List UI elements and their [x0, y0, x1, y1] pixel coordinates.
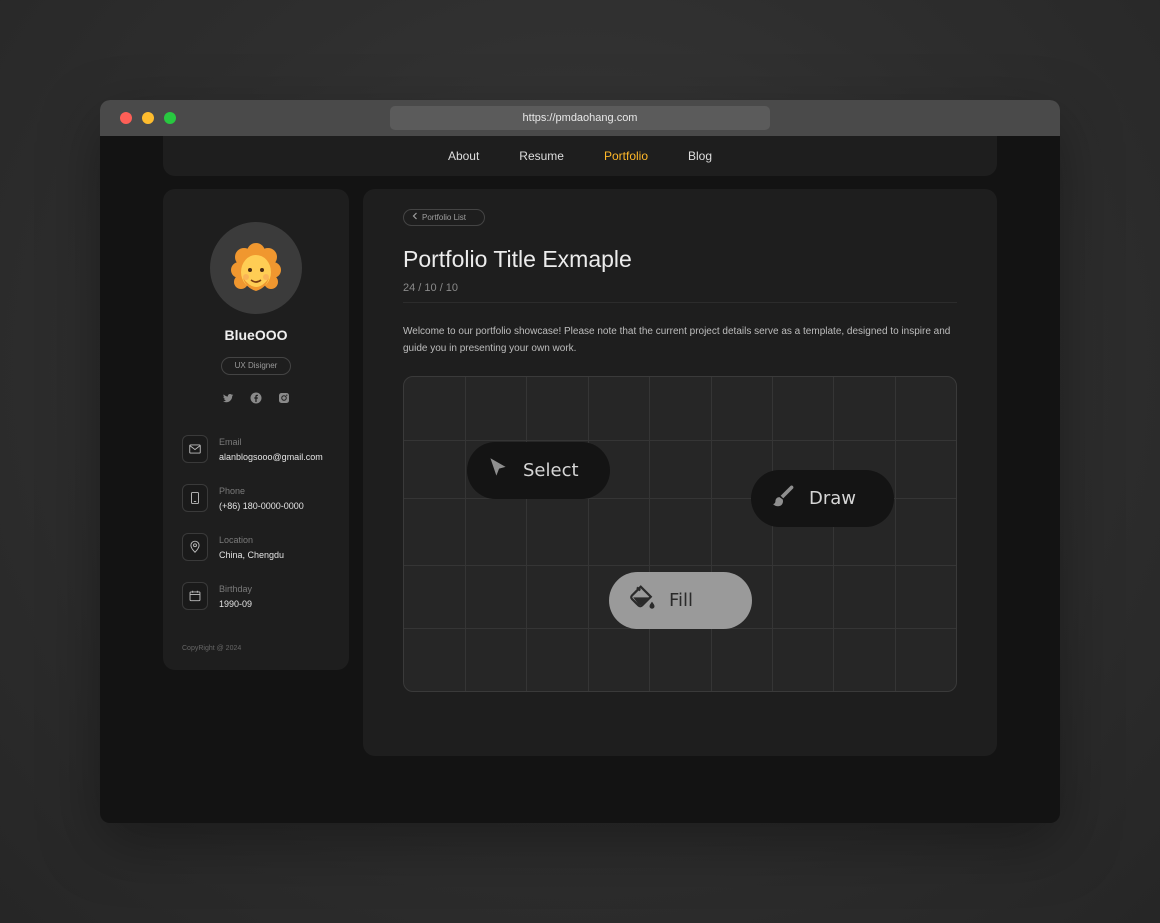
browser-titlebar: https://pmdaohang.com: [100, 100, 1060, 136]
grid-line: [649, 377, 650, 691]
phone-icon: [182, 484, 208, 512]
fill-tool-chip: Fill: [609, 572, 752, 629]
birthday-value: 1990-09: [219, 599, 253, 609]
location-value: China, Chengdu: [219, 550, 285, 560]
role-badge: UX Disigner: [221, 357, 291, 375]
grid-line: [588, 377, 589, 691]
grid-line: [711, 377, 712, 691]
portfolio-detail: Portfolio List Portfolio Title Exmaple 2…: [363, 189, 997, 756]
select-tool-label: Select: [523, 460, 579, 481]
grid-line: [526, 377, 527, 691]
nav-portfolio[interactable]: Portfolio: [604, 149, 648, 163]
facebook-icon[interactable]: [250, 391, 262, 404]
grid-line: [465, 377, 466, 691]
close-window-button[interactable]: [120, 112, 132, 124]
email-value[interactable]: alanblogsooo@gmail.com: [219, 452, 323, 462]
brush-icon: [769, 482, 797, 515]
email-label: Email: [219, 437, 242, 447]
grid-line: [772, 377, 773, 691]
instagram-icon[interactable]: [278, 391, 290, 403]
browser-window: https://pmdaohang.com About Resume Portf…: [100, 100, 1060, 823]
grid-line: [404, 440, 956, 441]
project-preview-image: Select Draw Fill: [403, 376, 957, 692]
grid-line: [895, 377, 896, 691]
post-date: 24 / 10 / 10: [403, 282, 459, 294]
minimize-window-button[interactable]: [142, 112, 154, 124]
page-title: Portfolio Title Exmaple: [403, 246, 632, 272]
back-to-portfolio-list-button[interactable]: Portfolio List: [403, 209, 485, 226]
profile-sidebar: BlueOOO UX Disigner Email alanblogsooo@g…: [163, 189, 349, 670]
profile-name: BlueOOO: [224, 327, 288, 343]
maximize-window-button[interactable]: [164, 112, 176, 124]
avatar-face-icon: [231, 243, 281, 291]
divider: [403, 302, 957, 303]
draw-tool-label: Draw: [809, 488, 857, 509]
grid-line: [404, 565, 956, 566]
calendar-icon: [182, 582, 208, 610]
twitter-icon[interactable]: [222, 391, 234, 403]
address-bar[interactable]: https://pmdaohang.com: [390, 106, 770, 130]
cursor-icon: [485, 455, 511, 486]
draw-tool-chip: Draw: [751, 470, 894, 527]
page-content: About Resume Portfolio Blog BlueOOO UX D…: [100, 136, 1060, 823]
chevron-left-icon: [412, 210, 418, 225]
select-tool-chip: Select: [467, 442, 610, 499]
nav-blog[interactable]: Blog: [688, 149, 712, 163]
back-label: Portfolio List: [422, 213, 467, 222]
mail-icon: [182, 435, 208, 463]
paint-bucket-icon: [627, 583, 657, 618]
nav-about[interactable]: About: [448, 149, 479, 163]
post-description: Welcome to our portfolio showcase! Pleas…: [403, 326, 951, 354]
phone-value[interactable]: (+86) 180-0000-0000: [219, 501, 304, 511]
location-label: Location: [219, 535, 254, 545]
avatar: [210, 222, 302, 314]
top-navigation: About Resume Portfolio Blog: [163, 136, 997, 176]
fill-tool-label: Fill: [669, 590, 694, 611]
phone-label: Phone: [219, 486, 246, 496]
birthday-label: Birthday: [219, 584, 253, 594]
nav-resume[interactable]: Resume: [519, 149, 564, 163]
copyright-text: CopyRight @ 2024: [182, 645, 242, 652]
grid-line: [833, 377, 834, 691]
location-icon: [182, 533, 208, 561]
